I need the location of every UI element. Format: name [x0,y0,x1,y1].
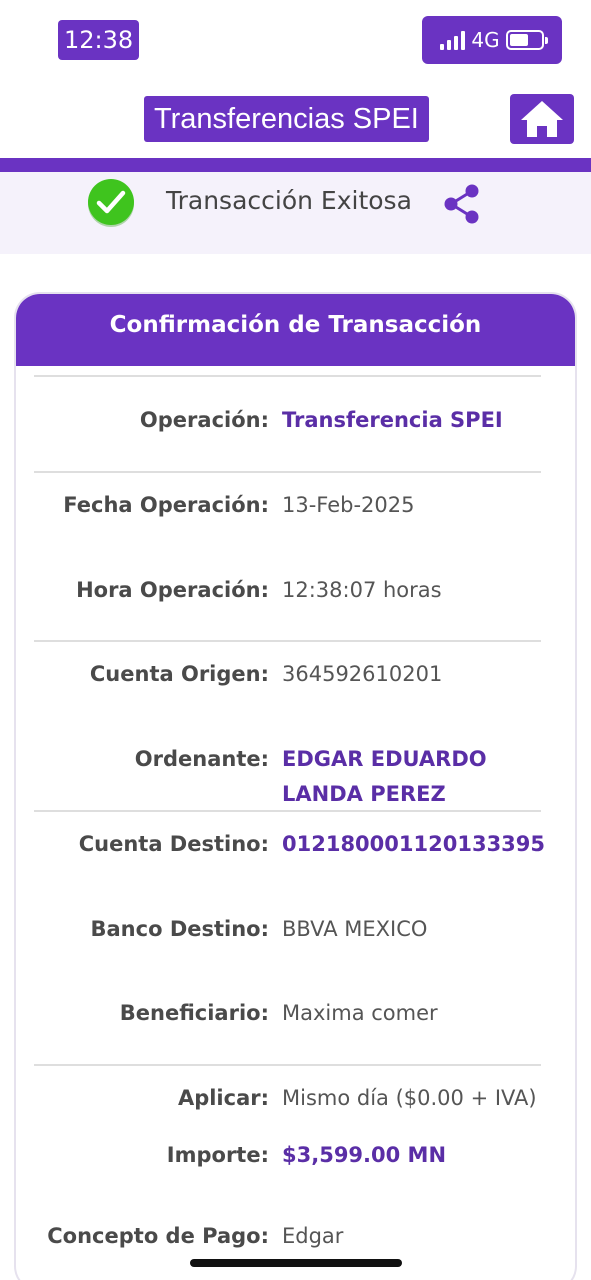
success-banner: Transacción Exitosa [0,172,591,254]
sender-name-line1: EDGAR EDUARDO [282,747,487,771]
row-divider [34,1064,541,1066]
source-account-value: 364592610201 [282,662,443,686]
beneficiary-label: Beneficiario: [119,1001,269,1025]
destination-bank-label: Banco Destino: [90,917,270,941]
payment-concept-label: Concepto de Pago: [47,1224,269,1248]
source-account-label: Cuenta Origen: [89,662,269,686]
status-bar: 12:38 4G [0,0,591,80]
operation-label: Operación: [139,408,269,432]
destination-account-value: 012180001120133395 [282,832,546,856]
battery-icon [505,30,548,50]
card-title: Confirmación de Transacción [16,294,575,366]
row-divider [34,375,541,377]
amount-value: $3,599.00 MN [282,1143,447,1167]
home-button[interactable] [510,94,574,144]
app-header: Transferencias SPEI [0,86,591,158]
destination-account-label: Cuenta Destino: [78,832,269,856]
share-icon[interactable] [440,182,482,226]
beneficiary-value: Maxima comer [282,1001,438,1025]
operation-date-value: 13-Feb-2025 [282,493,415,517]
sender-label: Ordenante: [134,747,269,771]
status-time: 12:38 [58,20,140,60]
apply-label: Aplicar: [177,1086,269,1110]
status-indicators: 4G [422,16,562,64]
operation-value: Transferencia SPEI [282,408,503,432]
network-type: 4G [471,28,500,52]
sender-name-clip: LANDA PEREZ [282,780,542,802]
home-icon [521,101,563,137]
home-indicator[interactable] [190,1259,402,1267]
apply-value: Mismo día ($0.00 + IVA) [282,1086,537,1110]
operation-time-value: 12:38:07 horas [282,578,442,602]
row-divider [34,471,541,473]
header-divider [0,158,591,172]
operation-date-label: Fecha Operación: [63,493,269,517]
row-divider [34,810,541,812]
payment-concept-value: Edgar [282,1224,344,1248]
destination-bank-value: BBVA MEXICO [282,917,428,941]
page-title: Transferencias SPEI [144,96,429,142]
row-divider [34,640,541,642]
check-circle-icon [88,179,134,227]
sender-name-line2: LANDA PEREZ [282,782,446,802]
success-message: Transacción Exitosa [166,186,412,215]
signal-icon [440,30,466,50]
operation-time-label: Hora Operación: [76,578,269,602]
amount-label: Importe: [166,1143,269,1167]
